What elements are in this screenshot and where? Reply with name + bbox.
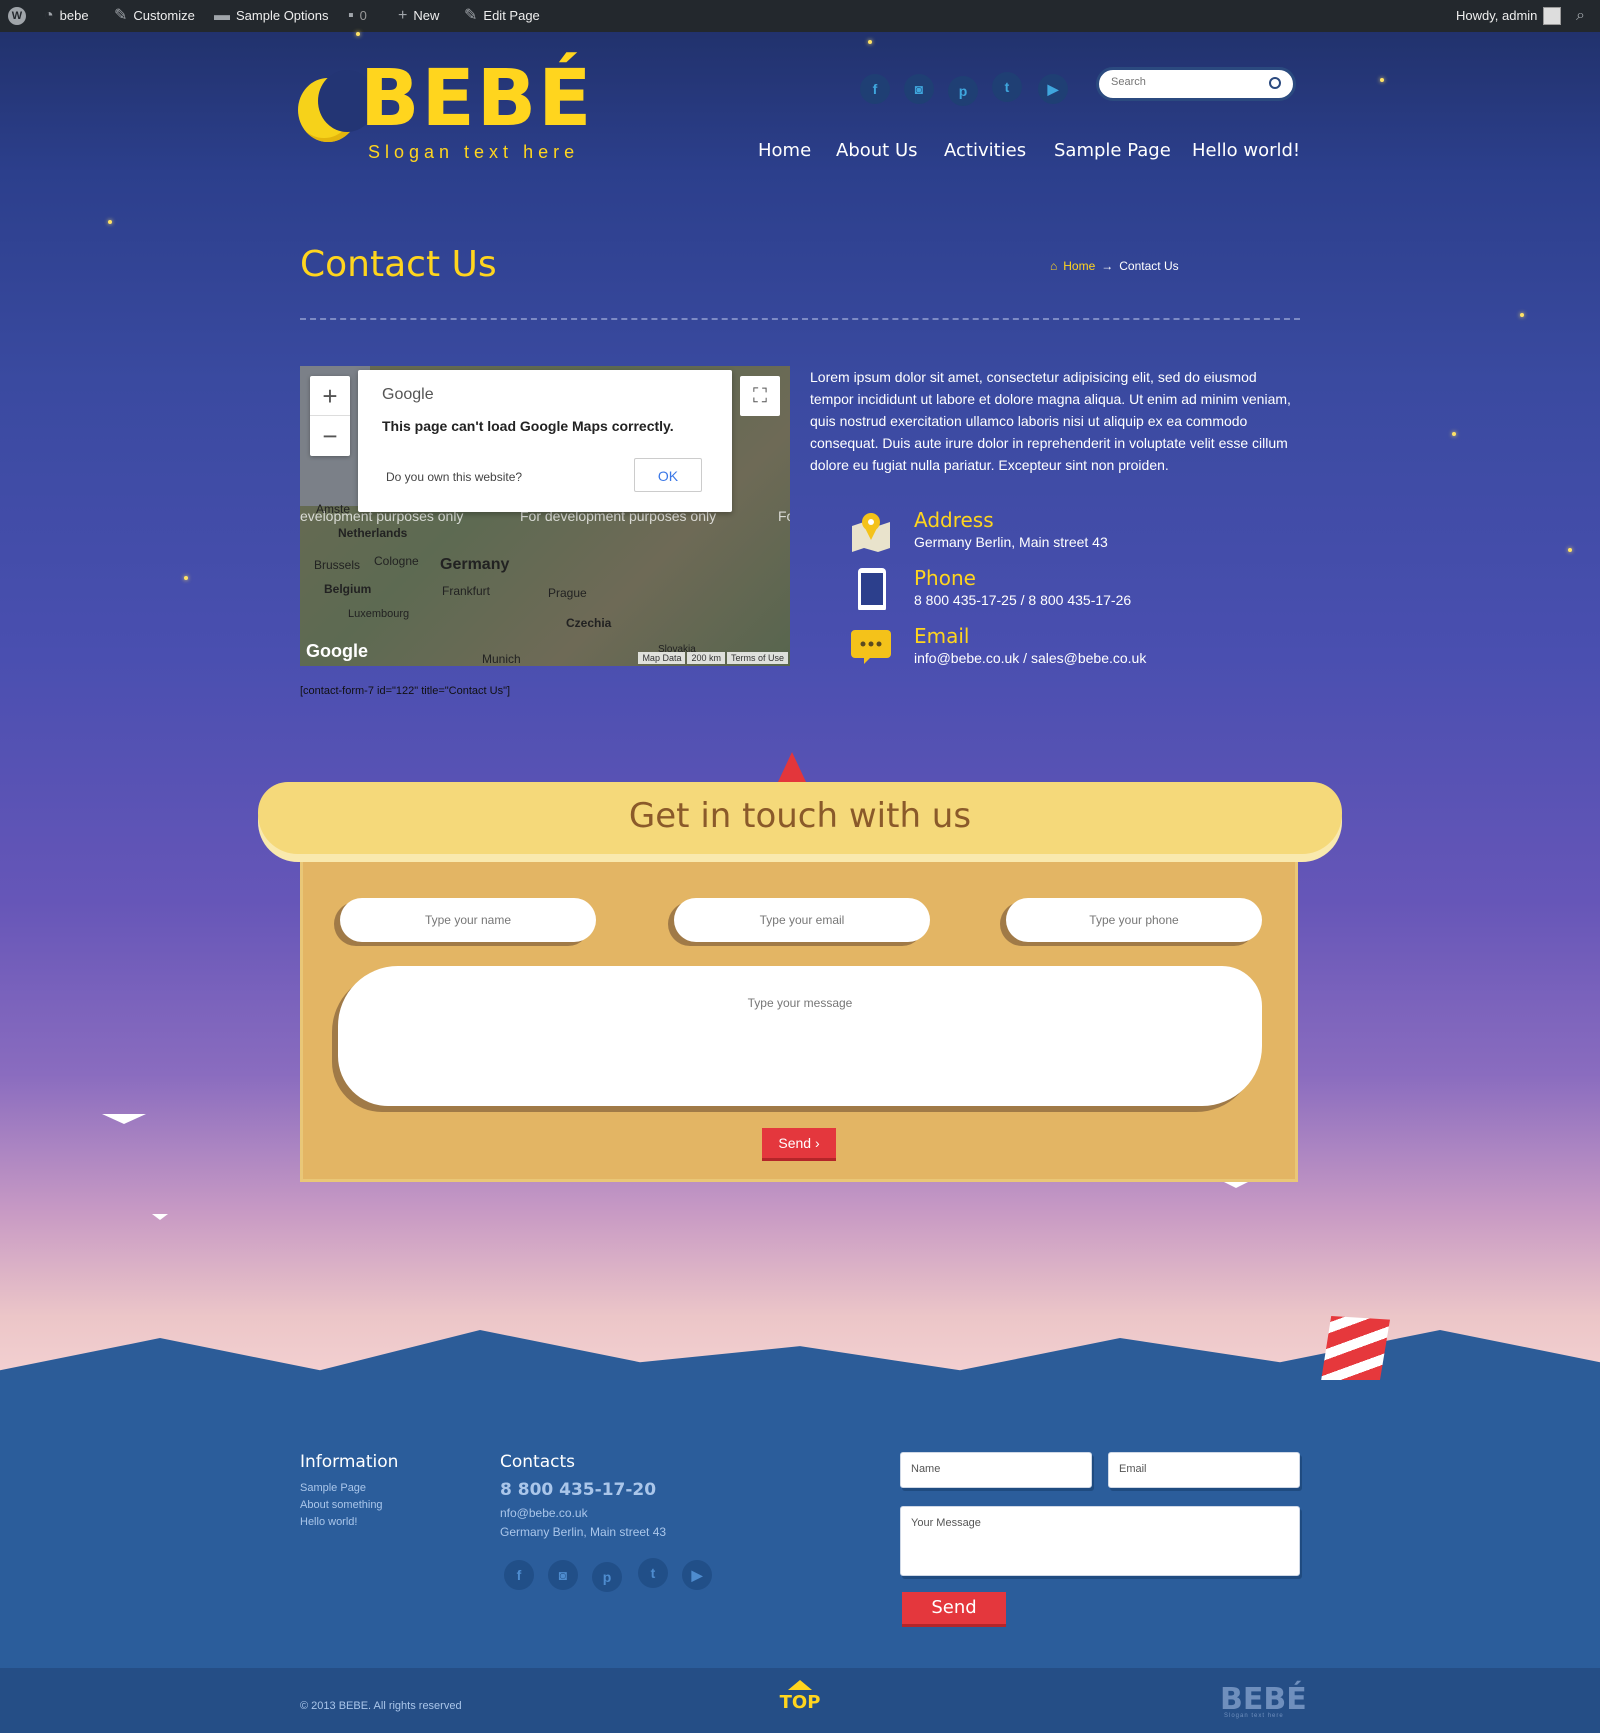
name-field[interactable]: Type your name	[340, 898, 596, 942]
footer-contacts-title: Contacts	[500, 1452, 575, 1472]
pinterest-icon[interactable]: p	[948, 76, 978, 106]
message-field[interactable]: Type your message	[338, 966, 1262, 1106]
nav-about-us[interactable]: About Us	[836, 140, 918, 161]
admin-account-menu[interactable]: Howdy, admin	[1456, 0, 1562, 32]
star-decoration	[1380, 78, 1384, 82]
youtube-icon[interactable]: ▶	[1038, 74, 1068, 104]
star-decoration	[868, 40, 872, 44]
google-map[interactable]: evelopment purposes only For development…	[300, 366, 790, 666]
zoom-in-button[interactable]: +	[310, 376, 350, 416]
footer-link[interactable]: Hello world!	[300, 1516, 357, 1528]
footer-link[interactable]: Sample Page	[300, 1482, 366, 1494]
facebook-icon[interactable]: f	[860, 74, 890, 104]
avatar	[1543, 7, 1562, 25]
wordpress-logo-icon[interactable]: W	[8, 0, 26, 32]
star-decoration	[1452, 432, 1456, 436]
nav-home[interactable]: Home	[758, 140, 811, 161]
star-decoration	[1520, 313, 1524, 317]
brush-icon: ✎	[114, 7, 128, 24]
instagram-icon[interactable]: ◙	[548, 1560, 578, 1590]
footer-logo: BEBÉ	[1220, 1682, 1307, 1717]
map-scale: 200 km	[687, 652, 725, 664]
email-field[interactable]: Type your email	[674, 898, 930, 942]
footer-email-field[interactable]: Email	[1108, 1452, 1300, 1488]
admin-bar: W ◔ bebe ✎ Customize ▬ Sample Options ▪ 0 + N…	[0, 0, 1600, 32]
footer-address: Germany Berlin, Main street 43	[500, 1525, 667, 1539]
breadcrumb-home-link[interactable]: Home	[1063, 259, 1095, 273]
phone-field[interactable]: Type your phone	[1006, 898, 1262, 942]
admin-new-link[interactable]: + New	[398, 0, 439, 32]
send-button[interactable]: Send ›	[762, 1128, 836, 1158]
pencil-icon: ✎	[464, 7, 478, 24]
facebook-icon[interactable]: f	[504, 1560, 534, 1590]
search-icon[interactable]	[1269, 77, 1281, 89]
youtube-icon[interactable]: ▶	[682, 1560, 712, 1590]
fullscreen-icon[interactable]: ⛶	[740, 376, 780, 416]
admin-search-icon[interactable]: ⌕	[1576, 0, 1585, 32]
footer-email[interactable]: nfo@bebe.co.uk	[500, 1506, 588, 1520]
map-error-question[interactable]: Do you own this website?	[386, 470, 522, 484]
back-to-top-button[interactable]: TOP	[772, 1680, 828, 1713]
site-slogan: Slogan text here	[368, 142, 580, 162]
twitter-icon[interactable]: t	[638, 1558, 668, 1588]
phone-icon	[858, 568, 886, 610]
star-decoration	[1568, 548, 1572, 552]
bird-decoration	[152, 1214, 168, 1220]
shortcode-text: [contact-form-7 id="122" title="Contact …	[300, 685, 511, 697]
footer-send-button[interactable]: Send	[902, 1592, 1006, 1624]
bird-decoration	[102, 1114, 146, 1124]
map-footer: Map Data 200 km Terms of Use	[638, 652, 788, 664]
map-terms-link[interactable]: Terms of Use	[726, 652, 788, 664]
star-decoration	[108, 220, 112, 224]
star-decoration	[356, 32, 360, 36]
footer-message-field[interactable]: Your Message	[900, 1506, 1300, 1576]
comment-icon: ▪	[348, 7, 354, 24]
pinterest-icon[interactable]: p	[592, 1562, 622, 1592]
bird-decoration	[1224, 1182, 1248, 1188]
map-zoom-controls: + −	[310, 376, 350, 456]
plus-icon: +	[398, 7, 408, 24]
dashboard-icon: ◔	[44, 7, 54, 24]
zoom-out-button[interactable]: −	[310, 416, 350, 456]
nav-hello-world[interactable]: Hello world!	[1192, 140, 1300, 161]
copyright: © 2013 BEBE. All rights reserved	[300, 1700, 462, 1712]
page-title: Contact Us	[300, 244, 497, 285]
folder-icon: ▬	[214, 7, 230, 24]
nav-sample-page[interactable]: Sample Page	[1054, 140, 1171, 161]
breadcrumb: ⌂ Home → Contact Us	[1050, 259, 1179, 273]
chat-bubble-icon	[851, 630, 891, 664]
map-error-dialog: Google This page can't load Google Maps …	[358, 370, 732, 512]
nav-activities[interactable]: Activities	[944, 140, 1026, 161]
form-title: Get in touch with us	[628, 796, 972, 836]
google-brand: Google	[382, 386, 434, 403]
instagram-icon[interactable]: ◙	[904, 74, 934, 104]
footer-phone: 8 800 435-17-20	[500, 1480, 657, 1500]
admin-sample-options-link[interactable]: ▬ Sample Options	[214, 0, 329, 32]
footer-info-title: Information	[300, 1452, 399, 1472]
flag-decoration	[778, 752, 806, 782]
star-decoration	[184, 576, 188, 580]
map-data-link[interactable]: Map Data	[638, 652, 686, 664]
map-ok-button[interactable]: OK	[634, 458, 702, 492]
intro-paragraph: Lorem ipsum dolor sit amet, consectetur …	[810, 369, 1291, 473]
footer-name-field[interactable]: Name	[900, 1452, 1092, 1488]
breadcrumb-current: Contact Us	[1119, 259, 1179, 273]
map-pin-icon	[852, 513, 890, 552]
search-box	[1096, 67, 1296, 101]
home-icon: ⌂	[1050, 259, 1058, 273]
footer-slogan: Slogan text here	[1224, 1713, 1284, 1719]
chevron-up-icon	[788, 1680, 812, 1690]
admin-site-link[interactable]: ◔ bebe	[44, 0, 89, 32]
twitter-icon[interactable]: t	[992, 72, 1022, 102]
google-logo[interactable]: Google	[306, 641, 368, 662]
map-error-title: This page can't load Google Maps correct…	[382, 418, 674, 434]
search-input[interactable]	[1111, 76, 1261, 88]
admin-customize-link[interactable]: ✎ Customize	[114, 0, 195, 32]
site-logo[interactable]: BEBÉ	[360, 54, 593, 144]
footer-link[interactable]: About something	[300, 1499, 383, 1511]
admin-comments-link[interactable]: ▪ 0	[348, 0, 367, 32]
admin-edit-page-link[interactable]: ✎ Edit Page	[464, 0, 540, 32]
divider	[300, 318, 1300, 320]
